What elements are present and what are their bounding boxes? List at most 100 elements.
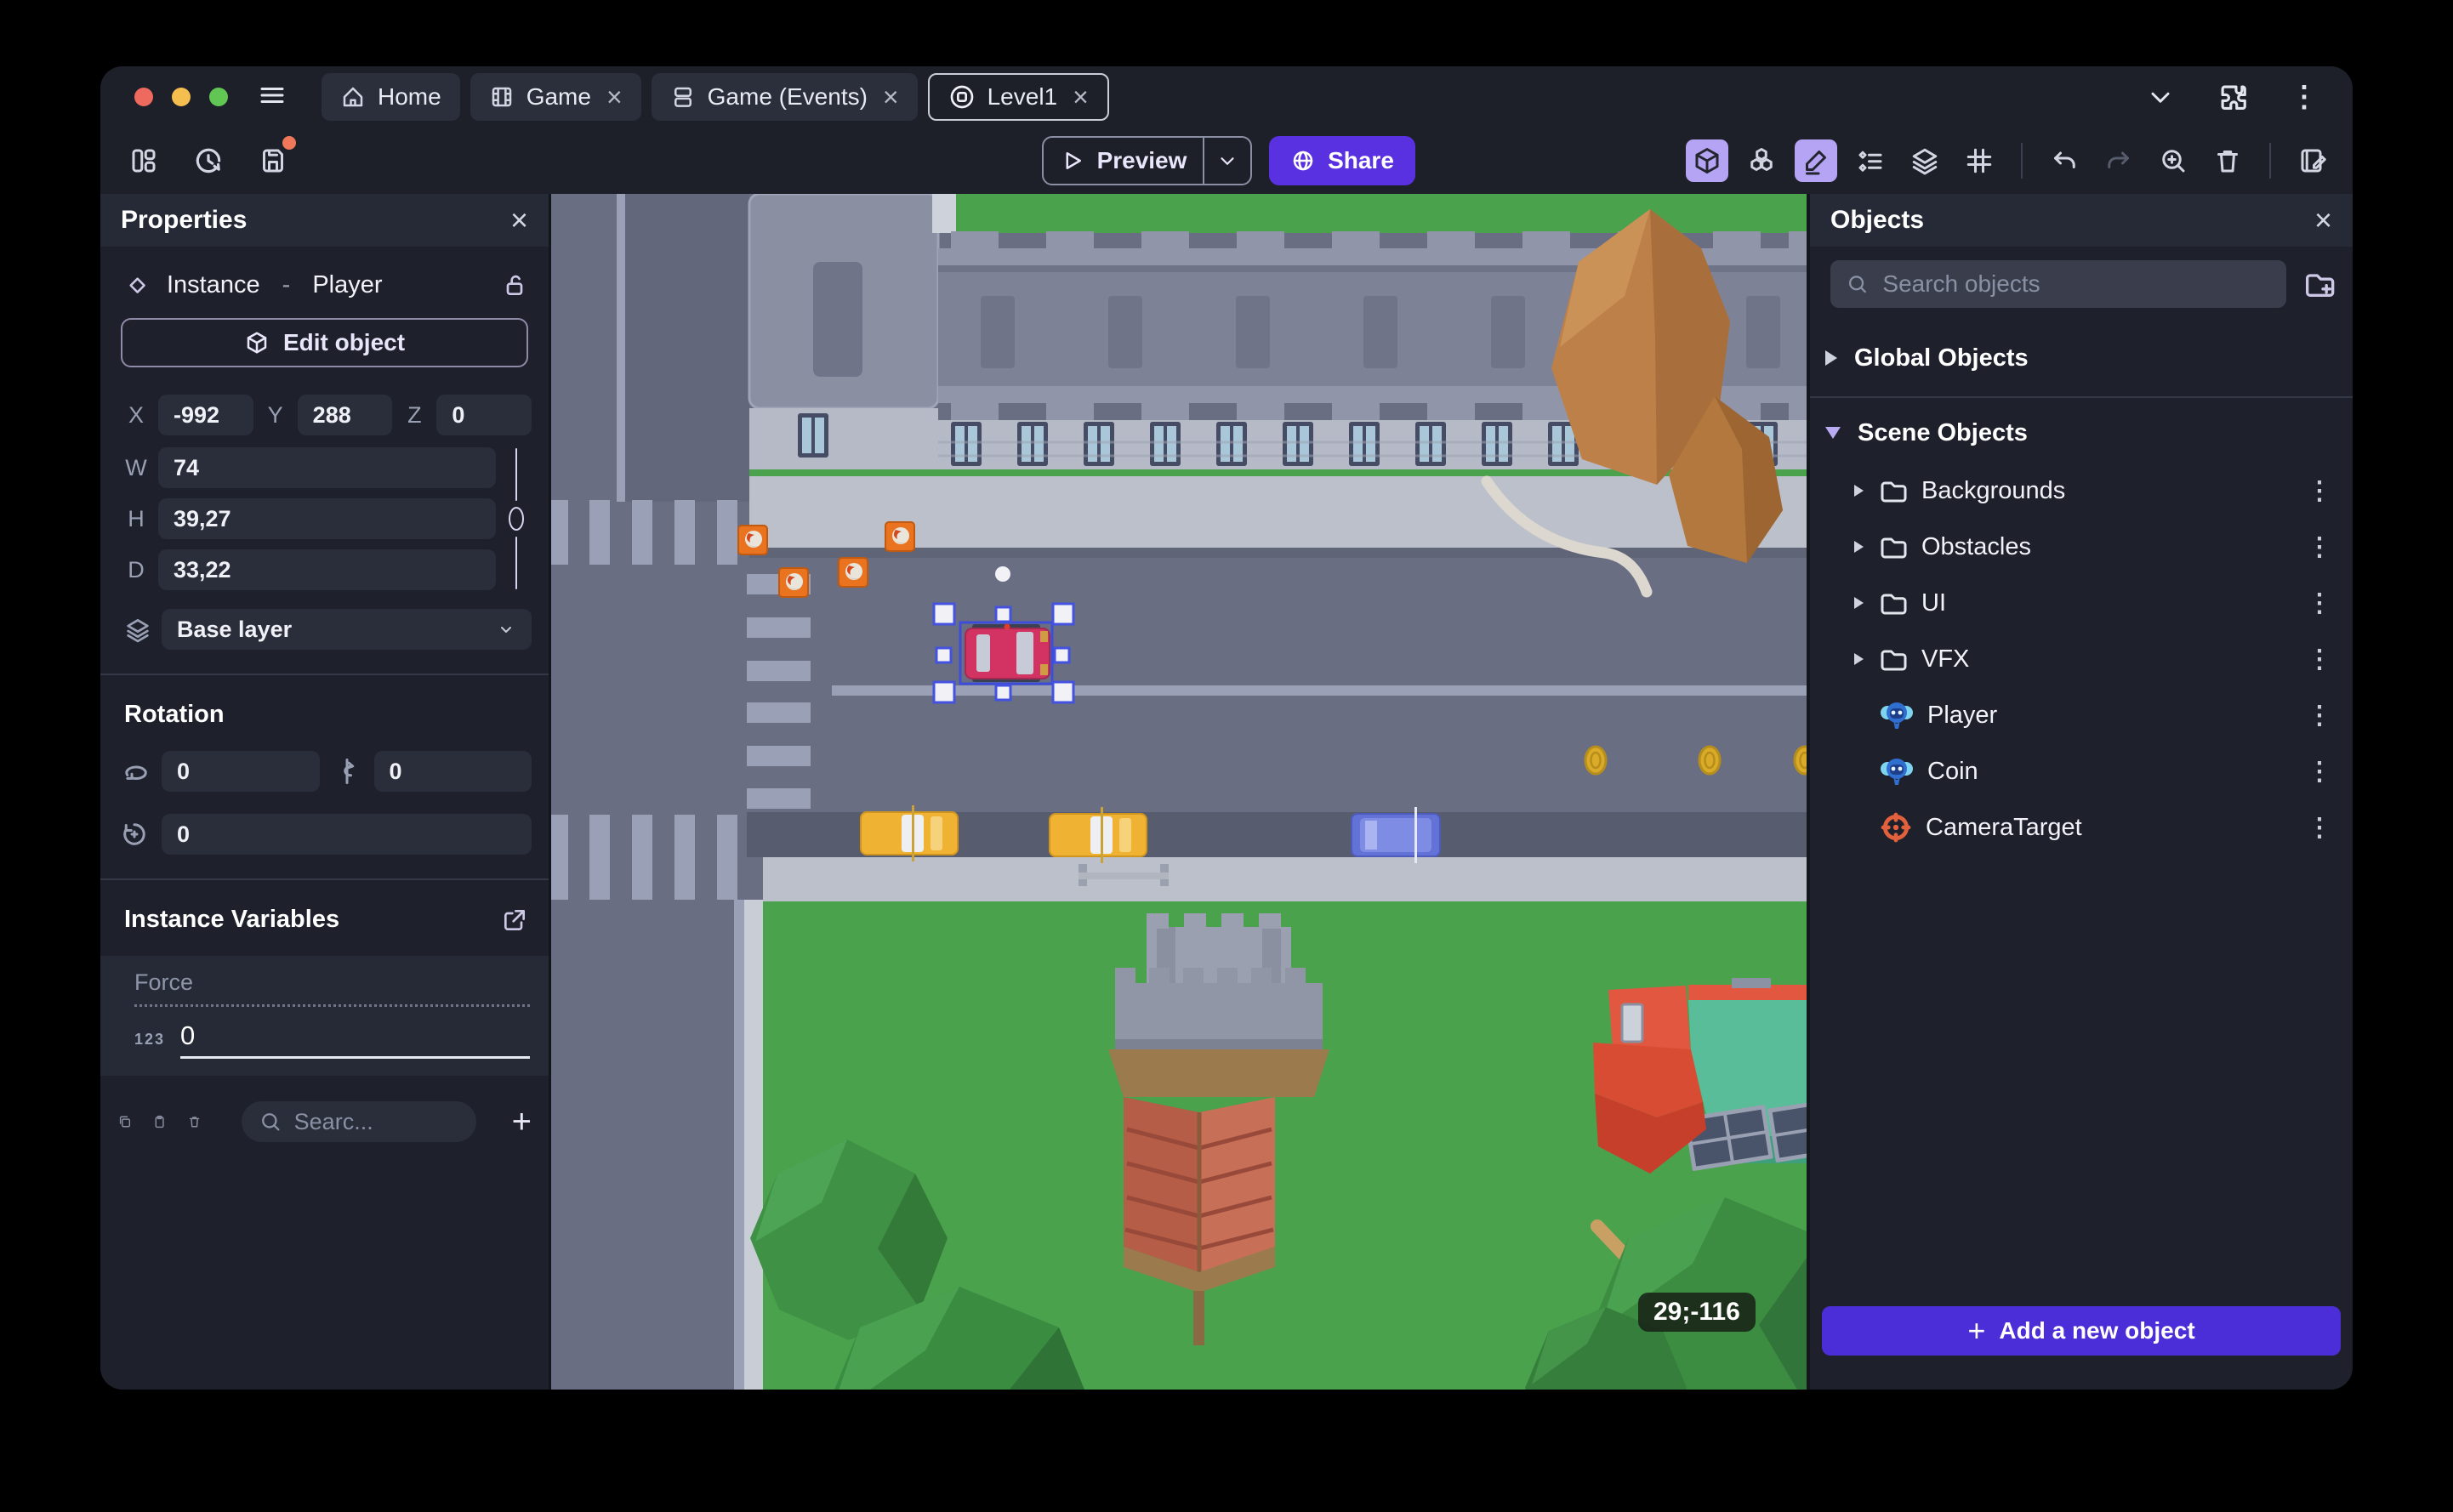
object-row-coin[interactable]: Coin ⋮ (1810, 743, 2353, 799)
grid-icon (1966, 148, 1992, 173)
rotate-handle[interactable] (995, 566, 1010, 582)
depth-input[interactable] (158, 549, 496, 590)
taxi-car-instance[interactable] (1049, 806, 1147, 864)
variables-search-input[interactable] (293, 1108, 430, 1135)
player-instance-selected[interactable] (959, 621, 1054, 685)
close-panel-icon[interactable]: × (510, 205, 528, 236)
preview-options-button[interactable] (1203, 138, 1250, 184)
save-button[interactable] (252, 136, 296, 182)
variable-value[interactable]: 0 (180, 1020, 530, 1059)
edit-mode-button[interactable] (1795, 139, 1837, 182)
row-kebab-menu-icon[interactable]: ⋮ (2307, 645, 2332, 674)
object-row-cameratarget[interactable]: CameraTarget ⋮ (1810, 799, 2353, 855)
crate-instance[interactable] (778, 567, 809, 598)
history-button[interactable] (187, 139, 230, 182)
instances-list-button[interactable] (1849, 139, 1892, 182)
coin-instance[interactable] (1793, 745, 1817, 776)
preview-button-main[interactable]: Preview (1044, 138, 1203, 184)
crate-instance[interactable] (838, 557, 868, 588)
objects-search-input[interactable] (1882, 270, 2271, 298)
add-variable-button[interactable]: + (512, 1103, 532, 1141)
grid-button[interactable] (1958, 139, 2001, 182)
crate-instance[interactable] (737, 525, 768, 555)
unlock-icon[interactable] (501, 271, 528, 298)
selection-handle[interactable] (1051, 602, 1075, 626)
tab-game[interactable]: Game × (470, 73, 641, 121)
selection-handle[interactable] (994, 684, 1012, 702)
edit-object-button[interactable]: Edit object (121, 318, 528, 367)
selection-handle[interactable] (935, 646, 953, 664)
crate-instance[interactable] (885, 521, 915, 552)
teal-building-instance[interactable] (1593, 978, 1857, 1174)
variable-row-force[interactable]: Force 123 0 (100, 956, 549, 1076)
main-menu-button[interactable] (257, 80, 287, 115)
row-kebab-menu-icon[interactable]: ⋮ (2307, 532, 2332, 562)
row-kebab-menu-icon[interactable]: ⋮ (2307, 588, 2332, 618)
add-new-object-button[interactable]: + Add a new object (1822, 1306, 2341, 1356)
selection-handle[interactable] (1053, 646, 1071, 664)
layers-button[interactable] (1904, 139, 1946, 182)
rotation-x-input[interactable] (162, 751, 320, 792)
object-row-player[interactable]: Player ⋮ (1810, 687, 2353, 743)
rotation-y-input[interactable] (373, 751, 532, 792)
row-kebab-menu-icon[interactable]: ⋮ (2307, 757, 2332, 787)
row-kebab-menu-icon[interactable]: ⋮ (2307, 476, 2332, 506)
minimize-window-button[interactable] (172, 88, 191, 106)
window-kebab-menu-icon[interactable]: ⋮ (2290, 80, 2319, 114)
rotation-z-input[interactable] (162, 814, 532, 855)
row-kebab-menu-icon[interactable]: ⋮ (2307, 701, 2332, 730)
selection-handle[interactable] (932, 680, 956, 704)
panels-layout-button[interactable] (122, 139, 165, 182)
layer-select[interactable]: Base layer (162, 609, 532, 650)
folder-row-ui[interactable]: UI ⋮ (1810, 575, 2353, 631)
external-link-icon[interactable] (501, 907, 528, 934)
height-input[interactable] (158, 498, 496, 539)
share-button[interactable]: Share (1269, 136, 1415, 185)
delete-button[interactable] (2206, 139, 2249, 182)
folder-row-backgrounds[interactable]: Backgrounds ⋮ (1810, 463, 2353, 519)
blue-car-instance[interactable] (1351, 807, 1441, 863)
z-input[interactable] (436, 395, 532, 435)
row-kebab-menu-icon[interactable]: ⋮ (2307, 813, 2332, 843)
extensions-puzzle-icon[interactable] (2217, 81, 2249, 113)
maximize-window-button[interactable] (209, 88, 228, 106)
redo-button[interactable] (2097, 139, 2140, 182)
lock-ratio-toggle[interactable] (496, 447, 537, 590)
width-input[interactable] (158, 447, 496, 488)
close-tab-icon[interactable]: × (1073, 83, 1089, 111)
x-input[interactable] (158, 395, 253, 435)
tab-game-events[interactable]: Game (Events) × (651, 73, 918, 121)
selection-handle[interactable] (932, 602, 956, 626)
tab-level1[interactable]: Level1 × (927, 73, 1109, 121)
objects-cubes-button[interactable] (1740, 139, 1783, 182)
coin-instance[interactable] (1698, 745, 1722, 776)
copy-icon[interactable] (117, 1109, 132, 1134)
scene-editor-canvas[interactable]: 29;-116 (551, 192, 1861, 1390)
taxi-car-instance[interactable] (860, 804, 959, 862)
zoom-in-button[interactable] (2152, 139, 2194, 182)
close-window-button[interactable] (134, 88, 153, 106)
trash-icon[interactable] (187, 1109, 202, 1134)
scene-properties-button[interactable] (2291, 139, 2334, 182)
scene-objects-group[interactable]: Scene Objects (1825, 412, 2332, 454)
close-tab-icon[interactable]: × (606, 83, 623, 111)
preview-button[interactable]: Preview (1042, 136, 1252, 185)
selection-handle[interactable] (1051, 680, 1075, 704)
y-input[interactable] (297, 395, 393, 435)
close-panel-icon[interactable]: × (2314, 205, 2332, 236)
undo-button[interactable] (2043, 139, 2086, 182)
coin-instance[interactable] (1584, 745, 1608, 776)
global-objects-group[interactable]: Global Objects (1825, 337, 2332, 379)
objects-search[interactable] (1830, 260, 2286, 308)
folder-row-obstacles[interactable]: Obstacles ⋮ (1810, 519, 2353, 575)
selection-handle[interactable] (994, 605, 1012, 623)
variables-search[interactable] (241, 1101, 476, 1142)
add-folder-icon[interactable] (2302, 267, 2336, 301)
chevron-down-icon[interactable] (2145, 82, 2176, 112)
tab-home[interactable]: Home (322, 73, 460, 121)
folder-row-vfx[interactable]: VFX ⋮ (1810, 631, 2353, 687)
3d-view-toggle-button[interactable] (1686, 139, 1728, 182)
paste-icon[interactable] (152, 1109, 167, 1134)
apartment-tower[interactable] (748, 192, 940, 476)
close-tab-icon[interactable]: × (883, 83, 899, 111)
